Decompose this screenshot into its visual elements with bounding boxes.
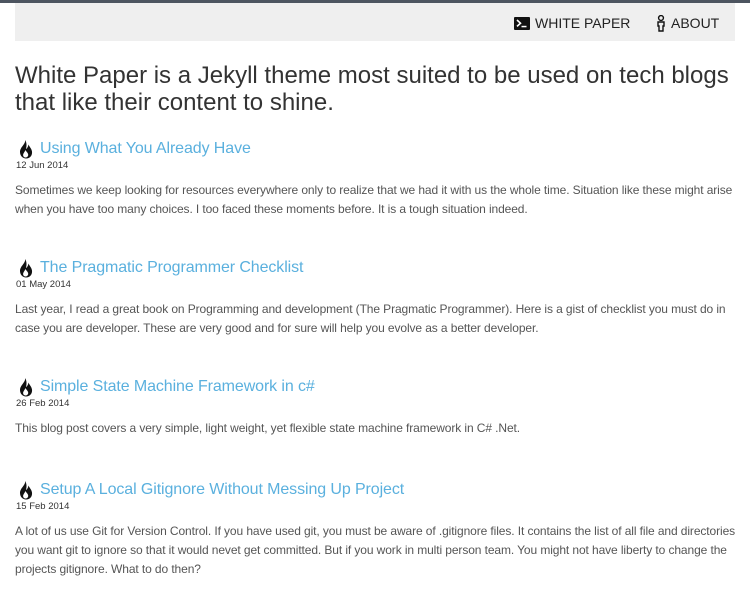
terminal-icon	[514, 16, 530, 30]
post-title-link[interactable]: The Pragmatic Programmer Checklist	[40, 259, 303, 277]
post-item: The Pragmatic Programmer Checklist 01 Ma…	[15, 257, 740, 338]
person-icon	[656, 14, 666, 32]
nav-about-link[interactable]: ABOUT	[656, 13, 719, 33]
post-title-link[interactable]: Using What You Already Have	[40, 140, 251, 158]
post-excerpt: This blog post covers a very simple, lig…	[15, 421, 520, 435]
fire-icon	[17, 258, 34, 278]
post-header: Simple State Machine Framework in c#	[15, 376, 740, 398]
fire-icon	[17, 139, 34, 159]
post-item: Using What You Already Have 12 Jun 2014 …	[15, 138, 740, 219]
post-header: The Pragmatic Programmer Checklist	[15, 257, 740, 279]
navbar: WHITE PAPER ABOUT	[15, 3, 735, 41]
post-date: 01 May 2014	[16, 279, 71, 290]
fire-icon	[17, 480, 34, 500]
nav-white-paper-link[interactable]: WHITE PAPER	[514, 13, 630, 33]
post-item: Setup A Local Gitignore Without Messing …	[15, 479, 740, 579]
post-header: Using What You Already Have	[15, 138, 740, 160]
nav-about-label: ABOUT	[671, 15, 720, 31]
fire-icon	[17, 377, 34, 397]
post-excerpt: Last year, I read a great book on Progra…	[15, 302, 726, 335]
post-date: 12 Jun 2014	[16, 160, 69, 171]
post-title-link[interactable]: Simple State Machine Framework in c#	[40, 378, 315, 396]
post-date: 15 Feb 2014	[16, 501, 70, 512]
post-item: Simple State Machine Framework in c# 26 …	[15, 376, 740, 438]
nav-white-paper-label: WHITE PAPER	[535, 15, 631, 31]
site-tagline: White Paper is a Jekyll theme most suite…	[15, 62, 729, 116]
post-date: 26 Feb 2014	[16, 398, 70, 409]
post-header: Setup A Local Gitignore Without Messing …	[15, 479, 740, 501]
post-excerpt: A lot of us use Git for Version Control.…	[15, 524, 736, 576]
post-excerpt: Sometimes we keep looking for resources …	[15, 183, 733, 216]
post-title-link[interactable]: Setup A Local Gitignore Without Messing …	[40, 481, 404, 499]
